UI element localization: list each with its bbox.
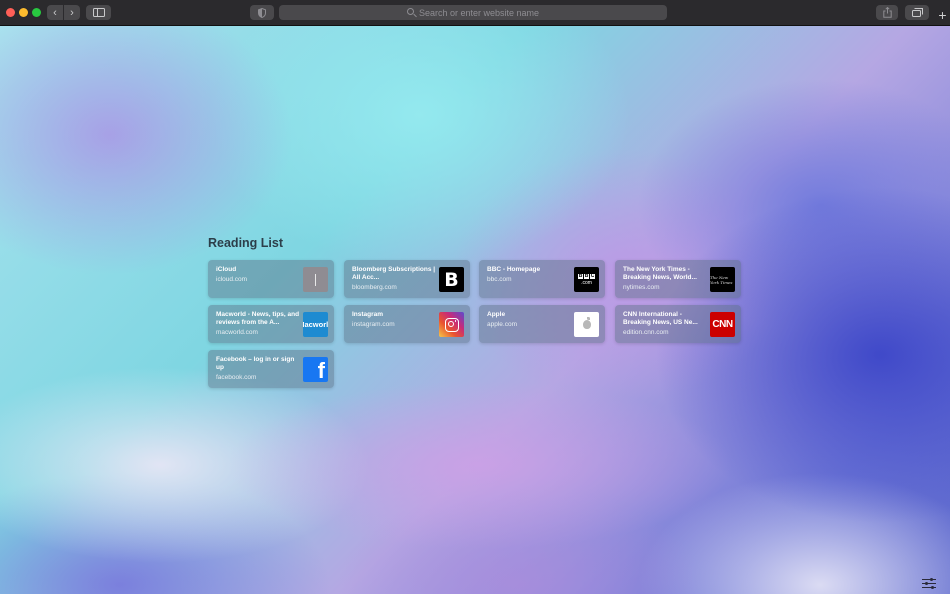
reading-list-item[interactable]: Bloomberg Subscriptions | All Acc... blo…	[344, 260, 470, 298]
macworld-thumbnail: Macworld	[303, 312, 328, 337]
chevron-right-icon: ›	[70, 6, 74, 19]
reading-list-item[interactable]: iCloud icloud.com	[208, 260, 334, 298]
item-title: The New York Times - Breaking News, Worl…	[623, 266, 697, 281]
item-url: bloomberg.com	[352, 284, 397, 291]
item-url: nytimes.com	[623, 284, 660, 291]
bbc-thumbnail-text: .com	[581, 279, 592, 286]
item-title: Bloomberg Subscriptions | All Acc...	[352, 266, 436, 281]
item-title: Macworld - News, tips, and reviews from …	[216, 311, 300, 326]
address-bar[interactable]: Search or enter website name	[279, 5, 667, 20]
item-url: bbc.com	[487, 276, 512, 283]
item-url: instagram.com	[352, 321, 395, 328]
customize-start-page-icon[interactable]	[922, 578, 936, 589]
facebook-thumbnail: f	[303, 357, 328, 382]
item-url: facebook.com	[216, 374, 257, 381]
item-url: icloud.com	[216, 276, 248, 283]
item-title: Facebook – log in or sign up	[216, 356, 295, 371]
tab-overview-button[interactable]	[905, 5, 929, 20]
item-url: edition.cnn.com	[623, 329, 669, 336]
item-url: apple.com	[487, 321, 517, 328]
close-window-button[interactable]	[6, 8, 15, 17]
reading-list-item[interactable]: Macworld - News, tips, and reviews from …	[208, 305, 334, 343]
new-tab-button[interactable]: +	[935, 5, 950, 25]
reading-list-item[interactable]: The New York Times - Breaking News, Worl…	[615, 260, 741, 298]
reading-list-item[interactable]: Facebook – log in or sign up facebook.co…	[208, 350, 334, 388]
item-title: CNN International - Breaking News, US Ne…	[623, 311, 698, 326]
item-title: Apple	[487, 311, 506, 318]
icloud-thumbnail	[303, 267, 328, 292]
bloomberg-thumbnail: B	[439, 267, 464, 292]
sidebar-toggle-button[interactable]	[86, 5, 111, 20]
share-icon	[882, 7, 892, 18]
browser-toolbar: ‹ › Search or enter website name +	[0, 0, 950, 26]
reading-list-item[interactable]: BBC - Homepage bbc.com BBC .com	[479, 260, 605, 298]
reading-list-item[interactable]: Apple apple.com	[479, 305, 605, 343]
nytimes-thumbnail: The New York Times	[710, 267, 735, 292]
forward-button[interactable]: ›	[64, 5, 80, 20]
shield-icon	[258, 7, 266, 18]
minimize-window-button[interactable]	[19, 8, 28, 17]
maximize-window-button[interactable]	[32, 8, 41, 17]
item-title: Instagram	[352, 311, 384, 318]
instagram-thumbnail	[439, 312, 464, 337]
apple-thumbnail	[574, 312, 599, 337]
privacy-report-button[interactable]	[250, 5, 274, 20]
bbc-thumbnail: BBC .com	[574, 267, 599, 292]
cnn-thumbnail: CNN	[710, 312, 735, 337]
instagram-icon	[444, 317, 459, 332]
reading-list-item[interactable]: Instagram instagram.com	[344, 305, 470, 343]
item-url: macworld.com	[216, 329, 258, 336]
sidebar-icon	[92, 8, 105, 17]
reading-list-item[interactable]: CNN International - Breaking News, US Ne…	[615, 305, 741, 343]
search-icon	[406, 8, 414, 15]
apple-logo-icon	[582, 317, 591, 329]
item-title: iCloud	[216, 266, 237, 273]
address-placeholder: Search or enter website name	[418, 7, 540, 18]
share-button[interactable]	[876, 5, 898, 20]
back-button[interactable]: ‹	[47, 5, 63, 20]
watercolor-background	[0, 25, 950, 594]
tabs-icon	[911, 8, 923, 17]
chevron-left-icon: ‹	[53, 6, 57, 19]
reading-list-title: Reading List	[208, 236, 284, 250]
item-title: BBC - Homepage	[487, 266, 541, 273]
